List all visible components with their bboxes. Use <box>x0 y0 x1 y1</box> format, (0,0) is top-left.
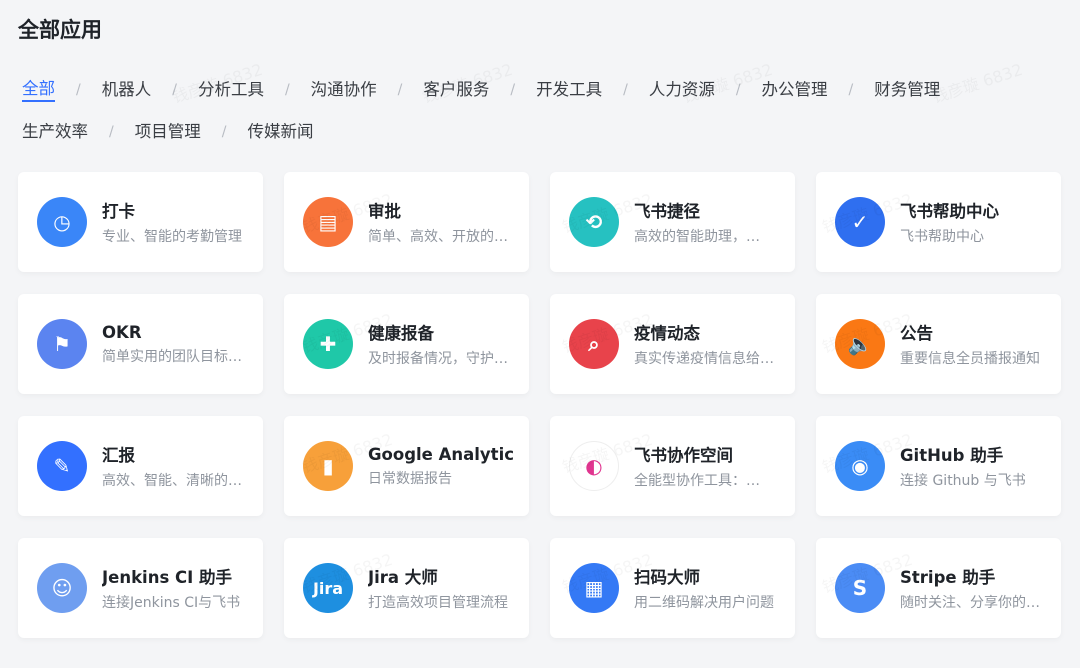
app-card[interactable]: 🔈 公告 重要信息全员播报通知 <box>816 294 1061 394</box>
app-name: OKR <box>102 322 142 342</box>
category-tabs: 全部 / 机器人 / 分析工具 / 沟通协作 / 客户服务 / 开发工具 / 人力资源 / 办公管理 / 财务管… <box>22 78 1052 144</box>
tab-10[interactable]: 项目管理 <box>135 120 201 144</box>
app-card[interactable]: ✚ 健康报备 及时报备情况，守护健康 <box>284 294 529 394</box>
app-card[interactable]: ⌕ 疫情动态 真实传递疫情信息给大家 <box>550 294 795 394</box>
app-card[interactable]: ⚑ OKR 简单实用的团队目标管理 <box>18 294 263 394</box>
health-clipboard-icon: ✚ <box>303 319 353 369</box>
app-description: 简单、高效、开放的审批 <box>368 229 513 245</box>
app-card[interactable]: ⟲ 飞书捷径 高效的智能助理，… <box>550 172 795 272</box>
app-name: 飞书帮助中心 <box>900 202 999 221</box>
tab-0[interactable]: 全部 <box>22 78 55 102</box>
tab-4[interactable]: 客户服务 <box>423 78 489 102</box>
tab-2[interactable]: 分析工具 <box>198 78 264 102</box>
app-name: 扫码大师 <box>634 568 700 587</box>
qr-code-icon: ▦ <box>569 563 619 613</box>
app-card[interactable]: ▤ 审批 简单、高效、开放的审批 <box>284 172 529 272</box>
app-name: 疫情动态 <box>634 324 700 343</box>
app-name: 汇报 <box>102 446 135 465</box>
stripe-card-icon: S <box>835 563 885 613</box>
page-title: 全部应用 <box>18 18 102 42</box>
app-name: 公告 <box>900 324 933 343</box>
virus-search-icon: ⌕ <box>569 319 619 369</box>
app-description: 专业、智能的考勤管理 <box>102 229 242 245</box>
app-card[interactable]: ◉ GitHub 助手 连接 Github 与飞书 <box>816 416 1061 516</box>
app-description: 简单实用的团队目标管理 <box>102 348 247 365</box>
app-description: 全能型协作工具：… <box>634 473 760 489</box>
jenkins-butler-icon: ☺ <box>37 563 87 613</box>
app-card[interactable]: S Stripe 助手 随时关注、分享你的收入 <box>816 538 1061 638</box>
tab-6[interactable]: 人力资源 <box>649 78 715 102</box>
app-card[interactable]: ▦ 扫码大师 用二维码解决用户问题 <box>550 538 795 638</box>
app-description: 真实传递疫情信息给大家 <box>634 351 779 367</box>
tab-separator: / <box>76 82 81 98</box>
app-name: 审批 <box>368 202 401 221</box>
tab-7[interactable]: 办公管理 <box>762 78 828 102</box>
app-name: Google Analytics <box>368 444 513 464</box>
app-card[interactable]: ☺ Jenkins CI 助手 连接Jenkins CI与飞书 <box>18 538 263 638</box>
shortcut-path-icon: ⟲ <box>569 197 619 247</box>
app-description: 及时报备情况，守护健康 <box>368 351 513 367</box>
flag-icon: ⚑ <box>37 319 87 369</box>
tab-separator: / <box>623 82 628 98</box>
jira-logo-icon: Jira <box>303 563 353 613</box>
tab-separator: / <box>510 82 516 98</box>
tab-separator: / <box>397 82 403 98</box>
app-description: 日常数据报告 <box>368 470 452 487</box>
app-description: 重要信息全员播报通知 <box>900 351 1040 367</box>
approval-stamp-icon: ▤ <box>303 197 353 247</box>
app-description: 高效的智能助理，… <box>634 229 760 245</box>
app-name: 飞书协作空间 <box>634 446 733 465</box>
location-clock-icon: ◷ <box>37 197 87 247</box>
tab-11[interactable]: 传媒新闻 <box>247 120 313 144</box>
speaker-icon: 🔈 <box>835 319 885 369</box>
app-card[interactable]: ◷ 打卡 专业、智能的考勤管理 <box>18 172 263 272</box>
app-name: Jira 大师 <box>368 568 438 587</box>
app-description: 连接Jenkins CI与飞书 <box>102 595 241 611</box>
tab-separator: / <box>848 82 854 98</box>
app-name: GitHub 助手 <box>900 446 1004 465</box>
app-name: 健康报备 <box>368 324 434 343</box>
tab-separator: / <box>221 124 227 140</box>
planet-icon: ◐ <box>569 441 619 491</box>
app-name: 打卡 <box>102 202 135 221</box>
tab-separator: / <box>735 82 741 98</box>
tab-5[interactable]: 开发工具 <box>536 78 602 102</box>
app-card[interactable]: ✓ 飞书帮助中心 飞书帮助中心 <box>816 172 1061 272</box>
app-name: Jenkins CI 助手 <box>102 568 233 587</box>
app-name: 飞书捷径 <box>634 202 700 221</box>
analytics-bars-icon: ▮ <box>303 441 353 491</box>
app-card[interactable]: Jira Jira 大师 打造高效项目管理流程 <box>284 538 529 638</box>
app-description: 随时关注、分享你的收入 <box>900 595 1045 611</box>
tab-separator: / <box>284 82 290 98</box>
tab-1[interactable]: 机器人 <box>102 78 152 102</box>
app-name: Stripe 助手 <box>900 568 996 587</box>
app-card[interactable]: ✎ 汇报 高效、智能、清晰的汇报 <box>18 416 263 516</box>
tab-8[interactable]: 财务管理 <box>874 78 940 102</box>
app-grid: ◷ 打卡 专业、智能的考勤管理 ▤ 审批 简单、高效、开放的审批 ⟲ 飞书捷径 高效… <box>18 172 1061 638</box>
tab-separator: / <box>109 124 114 140</box>
tab-3[interactable]: 沟通协作 <box>311 78 377 102</box>
github-cat-icon: ◉ <box>835 441 885 491</box>
app-description: 高效、智能、清晰的汇报 <box>102 473 247 489</box>
app-description: 用二维码解决用户问题 <box>634 595 774 611</box>
help-check-icon: ✓ <box>835 197 885 247</box>
pencil-icon: ✎ <box>37 441 87 491</box>
app-card[interactable]: ◐ 飞书协作空间 全能型协作工具：… <box>550 416 795 516</box>
app-description: 飞书帮助中心 <box>900 229 984 245</box>
tab-separator: / <box>172 82 177 98</box>
app-card[interactable]: ▮ Google Analytics 日常数据报告 <box>284 416 529 516</box>
tab-9[interactable]: 生产效率 <box>22 120 88 144</box>
app-description: 打造高效项目管理流程 <box>368 595 508 611</box>
app-description: 连接 Github 与飞书 <box>900 473 1026 489</box>
